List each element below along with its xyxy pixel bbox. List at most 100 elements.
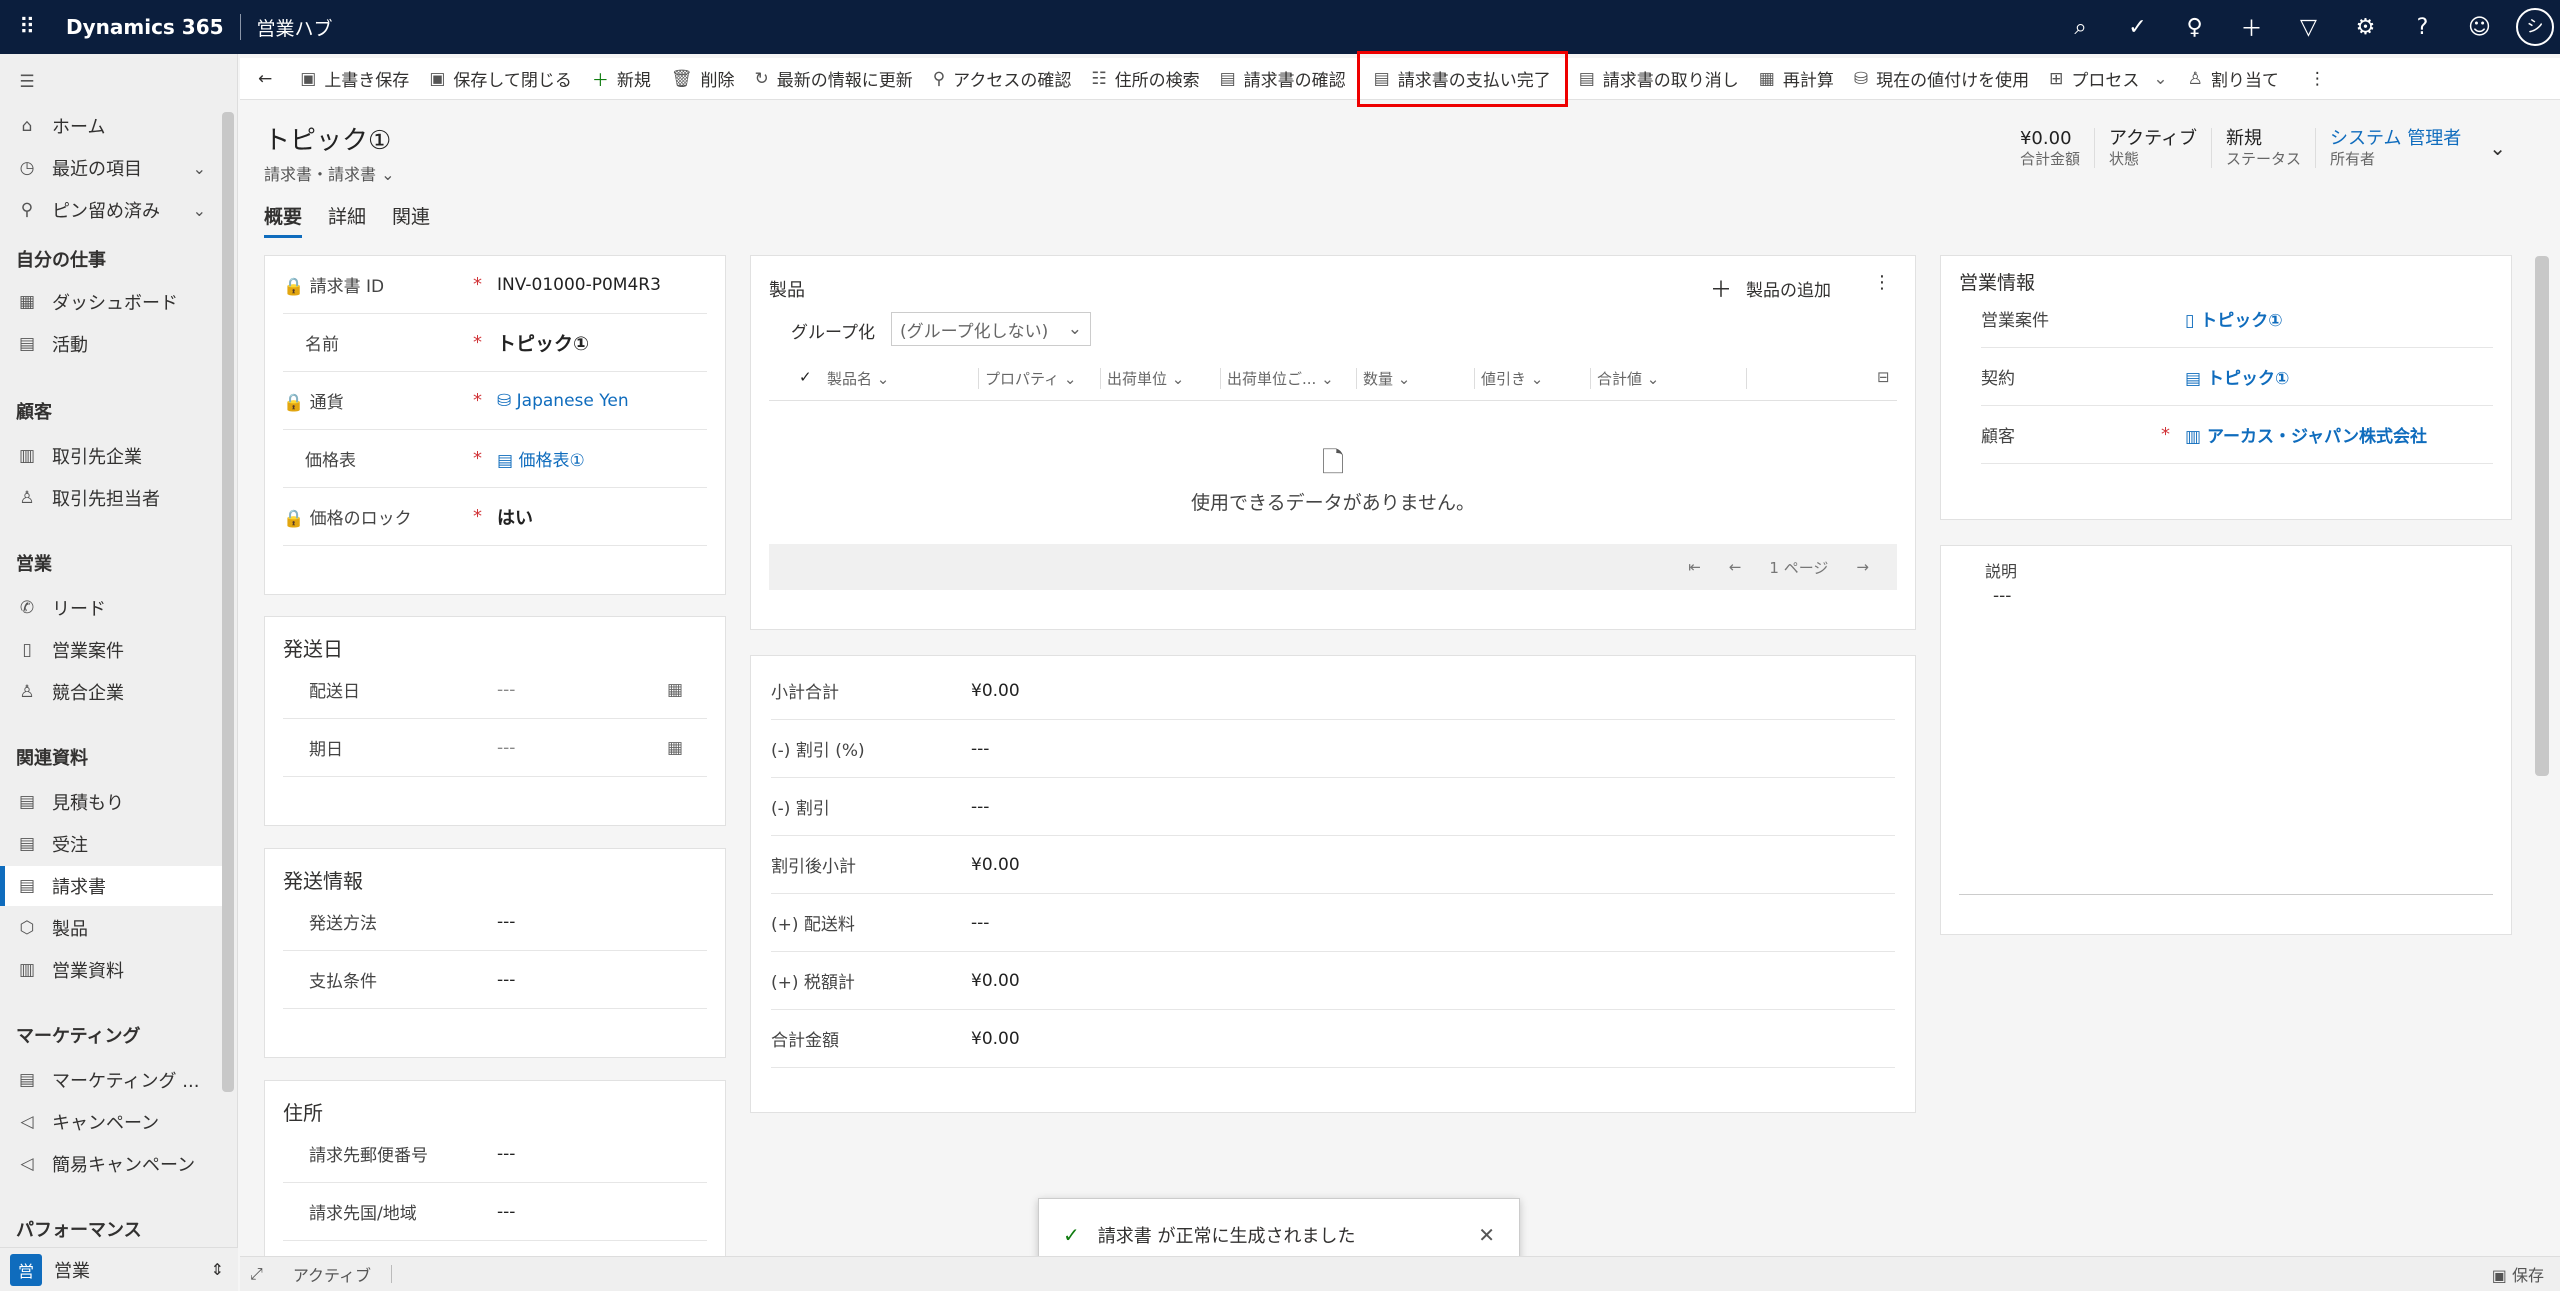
select-all-checkbox[interactable]: ✓ [799, 368, 827, 389]
price-list-link[interactable]: ▤ 価格表① [497, 446, 585, 471]
process-button[interactable]: ⊞ プロセス ⌄ [2039, 58, 2178, 100]
sidebar-item-recent[interactable]: ◷ 最近の項目 ⌄ [0, 148, 222, 188]
column-header-total[interactable]: 合計値 ⌄ [1591, 368, 1747, 389]
header-expand-chevron-icon[interactable]: ⌄ [2475, 128, 2520, 168]
column-header-product-name[interactable]: 製品名 ⌄ [827, 368, 979, 389]
description-label: 説明 [1985, 562, 2018, 581]
app-name[interactable]: Dynamics 365 [66, 15, 224, 39]
help-icon[interactable]: ? [2394, 15, 2451, 40]
currency-link[interactable]: ⛁ Japanese Yen [497, 391, 629, 411]
column-header-unit-price[interactable]: 出荷単位ご... ⌄ [1221, 368, 1357, 389]
hamburger-menu-button[interactable]: ☰ [0, 62, 222, 102]
field-bill-to-zip[interactable]: 請求先郵便番号 --- [283, 1125, 707, 1183]
group-by-select[interactable]: (グループ化しない) ⌄ [891, 312, 1091, 346]
sidebar-item-accounts[interactable]: ▥ 取引先企業 [0, 436, 222, 476]
main-scrollbar[interactable] [2535, 256, 2549, 776]
more-commands-button[interactable]: ⋮ [2289, 58, 2346, 100]
sidebar-item-contacts[interactable]: ♙ 取引先担当者 [0, 478, 222, 518]
new-button[interactable]: ＋新規 [582, 58, 661, 100]
recalculate-button[interactable]: ▦ 再計算 [1749, 58, 1844, 100]
calendar-icon[interactable]: ▦ [667, 738, 683, 758]
settings-gear-icon[interactable]: ⚙ [2337, 15, 2394, 40]
sidebar-item-pinned[interactable]: ⚲ ピン留め済み ⌄ [0, 190, 222, 230]
first-page-icon[interactable]: ⇤ [1688, 558, 1701, 576]
field-price-list[interactable]: 価格表 * ▤ 価格表① [283, 430, 707, 488]
total-row-freight[interactable]: (+) 配送料 --- [771, 894, 1895, 952]
filter-icon[interactable]: ▽ [2280, 15, 2337, 40]
calendar-icon[interactable]: ▦ [667, 680, 683, 700]
save-and-close-button[interactable]: ▣ 保存して閉じる [419, 58, 582, 100]
plus-icon[interactable]: ＋ [2223, 11, 2280, 43]
header-owner[interactable]: システム 管理者 所有者 [2315, 128, 2475, 168]
sidebar-scrollbar[interactable] [222, 112, 234, 1092]
use-current-pricing-button[interactable]: ⛁ 現在の値付けを使用 [1844, 58, 2039, 100]
user-avatar[interactable]: シ [2516, 8, 2554, 46]
close-icon[interactable]: ✕ [1478, 1223, 1495, 1247]
customer-link[interactable]: ▥ アーカス・ジャパン株式会社 [2185, 422, 2427, 447]
next-page-icon[interactable]: → [1856, 558, 1869, 576]
sidebar-item-activities[interactable]: ▤ 活動 [0, 324, 222, 364]
description-value[interactable]: --- [1993, 586, 2011, 606]
field-due-date[interactable]: 期日 --- ▦ [283, 719, 707, 777]
column-header-quantity[interactable]: 数量 ⌄ [1357, 368, 1475, 389]
header-state: アクティブ 状態 [2094, 128, 2211, 168]
sidebar-item-opportunities[interactable]: ▯ 営業案件 [0, 630, 222, 670]
tab-related[interactable]: 関連 [392, 202, 430, 238]
column-chooser-icon[interactable]: ⊟ [1877, 368, 1890, 389]
tab-details[interactable]: 詳細 [328, 202, 366, 238]
field-shipping-method[interactable]: 発送方法 --- [283, 893, 707, 951]
field-contract[interactable]: 契約 ▤ トピック① [1981, 348, 2493, 406]
delete-button[interactable]: 🗑 削除 [661, 58, 745, 100]
assign-button[interactable]: ♙ 割り当て [2178, 58, 2289, 100]
lightbulb-icon[interactable]: ♀ [2166, 15, 2223, 40]
task-icon[interactable]: ✓ [2109, 15, 2166, 40]
person-assign-icon: ♙ [2187, 68, 2203, 89]
field-customer[interactable]: 顧客 * ▥ アーカス・ジャパン株式会社 [1981, 406, 2493, 464]
opportunity-link[interactable]: ▯ トピック① [2185, 306, 2283, 331]
previous-page-icon[interactable]: ← [1729, 558, 1742, 576]
column-header-property[interactable]: プロパティ ⌄ [979, 368, 1101, 389]
back-button[interactable]: ← [240, 58, 290, 100]
sidebar-item-home[interactable]: ⌂ ホーム [0, 106, 222, 146]
more-vertical-icon[interactable]: ⋮ [1873, 272, 1891, 293]
confirm-invoice-button[interactable]: ▤ 請求書の確認 [1210, 58, 1356, 100]
lookup-address-button[interactable]: ☷ 住所の検索 [1081, 58, 1209, 100]
cancel-invoice-button[interactable]: ▤ 請求書の取り消し [1569, 58, 1749, 100]
open-in-new-window-icon[interactable]: ⤢ [250, 1264, 263, 1284]
field-delivery-date[interactable]: 配送日 --- ▦ [283, 661, 707, 719]
total-row-discount[interactable]: (-) 割引 --- [771, 778, 1895, 836]
status-save-button[interactable]: ▣ 保存 [2492, 1262, 2544, 1286]
sidebar-item-dashboard[interactable]: ▦ ダッシュボード [0, 282, 222, 322]
total-row-discount-percent[interactable]: (-) 割引 (%) --- [771, 720, 1895, 778]
sidebar-item-quick-campaigns[interactable]: ◁ 簡易キャンペーン [0, 1144, 222, 1184]
sidebar-item-campaigns[interactable]: ◁ キャンペーン [0, 1102, 222, 1142]
refresh-button[interactable]: ↻ 最新の情報に更新 [744, 58, 922, 100]
sidebar-item-invoices[interactable]: ▤ 請求書 [0, 866, 222, 906]
app-launcher-icon[interactable]: ⠿ [0, 0, 54, 54]
sidebar-item-products[interactable]: ⬡ 製品 [0, 908, 222, 948]
area-switcher[interactable]: 営 営業 ⇕ [0, 1247, 238, 1291]
check-access-button[interactable]: ⚲ アクセスの確認 [923, 58, 1082, 100]
sidebar-item-literature[interactable]: ▥ 営業資料 [0, 950, 222, 990]
column-header-discount[interactable]: 値引き ⌄ [1475, 368, 1591, 389]
contract-link[interactable]: ▤ トピック① [2185, 364, 2289, 389]
hub-name[interactable]: 営業ハブ [257, 14, 333, 41]
save-button[interactable]: ▣ 上書き保存 [290, 58, 419, 100]
add-product-button[interactable]: ＋製品の追加 [1710, 272, 1831, 304]
sidebar-item-orders[interactable]: ▤ 受注 [0, 824, 222, 864]
sidebar-item-competitors[interactable]: ♙ 競合企業 [0, 672, 222, 712]
feedback-icon[interactable]: ☺ [2451, 15, 2508, 40]
sidebar-item-quotes[interactable]: ▤ 見積もり [0, 782, 222, 822]
field-opportunity[interactable]: 営業案件 ▯ トピック① [1981, 290, 2493, 348]
field-bill-to-country[interactable]: 請求先国/地域 --- [283, 1183, 707, 1241]
tab-summary[interactable]: 概要 [264, 202, 303, 238]
sidebar-item-marketing-lists[interactable]: ▤ マーケティング ... [0, 1060, 222, 1100]
form-selector[interactable]: 請求書・請求書 ⌄ [264, 161, 395, 185]
field-name[interactable]: 名前 * トピック① [283, 314, 707, 372]
invoice-paid-button[interactable]: ▤ 請求書の支払い完了 [1356, 50, 1569, 108]
grid-header: ✓ 製品名 ⌄ プロパティ ⌄ 出荷単位 ⌄ 出荷単位ご... ⌄ 数量 ⌄ 値… [799, 368, 1890, 389]
field-payment-terms[interactable]: 支払条件 --- [283, 951, 707, 1009]
search-icon[interactable]: ⌕ [2052, 15, 2109, 40]
sidebar-item-leads[interactable]: ✆ リード [0, 588, 222, 628]
column-header-unit[interactable]: 出荷単位 ⌄ [1101, 368, 1221, 389]
